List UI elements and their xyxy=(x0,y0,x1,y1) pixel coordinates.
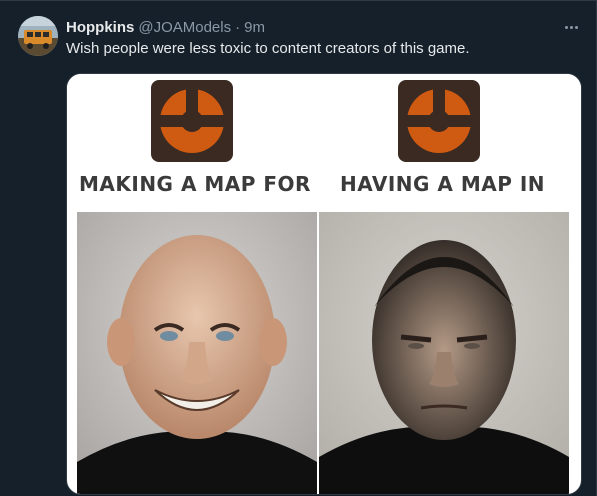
happy-face-photo xyxy=(77,212,317,494)
user-handle[interactable]: @JOAModels xyxy=(138,19,231,36)
tweet-header: Hoppkins @JOAModels · 9m xyxy=(66,17,265,37)
timestamp[interactable]: 9m xyxy=(244,19,265,36)
grim-face-photo xyxy=(319,212,569,494)
tweet-text: Wish people were less toxic to content c… xyxy=(66,40,470,57)
more-options-icon[interactable] xyxy=(560,18,582,36)
separator-dot: · xyxy=(235,18,241,36)
left-caption: MAKING A MAP FOR xyxy=(79,172,311,196)
display-name[interactable]: Hoppkins xyxy=(66,19,134,36)
tweet-card[interactable]: Hoppkins @JOAModels · 9m Wish people wer… xyxy=(0,0,597,496)
tf2-logo-icon xyxy=(151,80,233,162)
meme-header-panel: MAKING A MAP FOR HAVING A MAP IN xyxy=(67,74,581,210)
avatar-image xyxy=(18,16,58,56)
avatar[interactable] xyxy=(18,16,58,56)
right-caption: HAVING A MAP IN xyxy=(340,172,546,196)
tweet-media-image[interactable]: MAKING A MAP FOR HAVING A MAP IN xyxy=(66,73,582,495)
tf2-logo-icon xyxy=(398,80,480,162)
